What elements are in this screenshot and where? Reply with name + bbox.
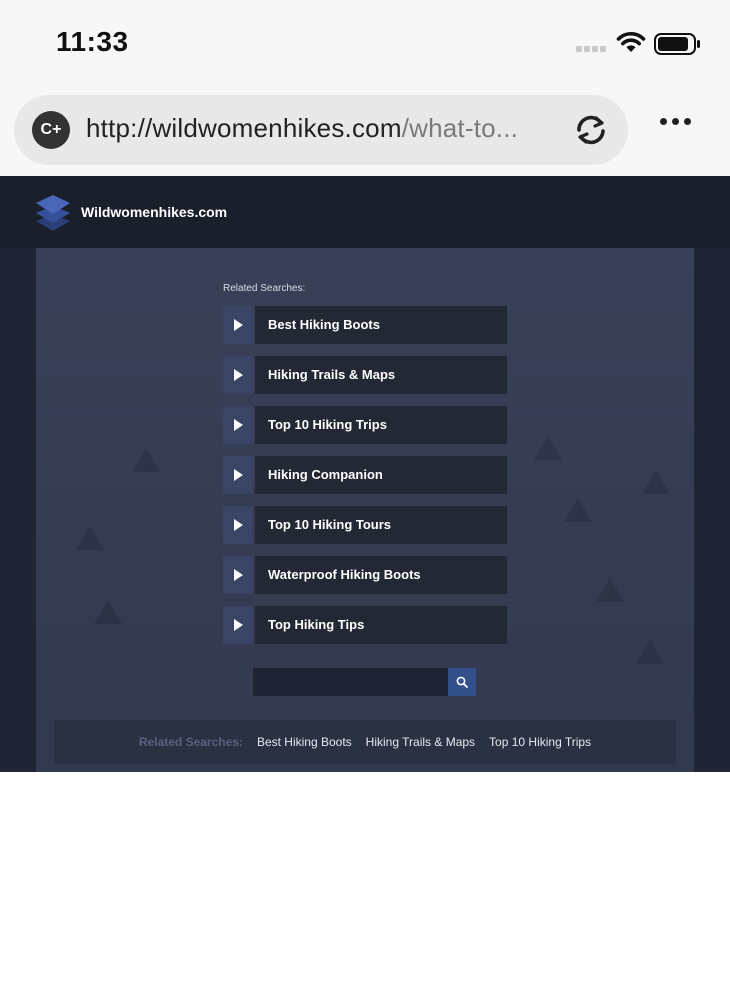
related-search-label: Top Hiking Tips <box>255 606 507 644</box>
related-search-item[interactable]: Waterproof Hiking Boots <box>223 556 507 594</box>
related-search-label: Top 10 Hiking Tours <box>255 506 507 544</box>
url-text[interactable]: http://wildwomenhikes.com/what-to... <box>86 113 566 144</box>
play-arrow-icon <box>223 406 253 444</box>
decor-triangle <box>534 436 562 460</box>
related-search-item[interactable]: Top Hiking Tips <box>223 606 507 644</box>
decor-triangle <box>76 526 104 550</box>
related-search-item[interactable]: Top 10 Hiking Trips <box>223 406 507 444</box>
search-button[interactable] <box>448 668 476 696</box>
url-domain: http://wildwomenhikes.com <box>86 113 402 143</box>
site-header: Wildwomenhikes.com <box>0 176 730 248</box>
related-search-label: Top 10 Hiking Trips <box>255 406 507 444</box>
decor-triangle <box>132 448 160 472</box>
related-searches-heading: Related Searches: <box>223 283 306 294</box>
layers-logo-icon[interactable] <box>34 193 72 233</box>
decor-triangle <box>94 600 122 624</box>
status-time: 11:33 <box>56 26 129 57</box>
footer-related-searches: Related Searches: Best Hiking Boots Hiki… <box>54 720 676 764</box>
status-bar: 11:33 <box>0 0 730 88</box>
wifi-icon <box>616 31 646 52</box>
search-icon <box>456 676 468 688</box>
footer-link[interactable]: Hiking Trails & Maps <box>366 735 475 749</box>
url-path: /what-to... <box>401 113 519 143</box>
site-title[interactable]: Wildwomenhikes.com <box>81 204 227 220</box>
cellular-signal-icon <box>576 46 608 54</box>
webpage: Wildwomenhikes.com Related Searches: Bes… <box>0 176 730 772</box>
play-arrow-icon <box>223 556 253 594</box>
address-bar[interactable]: C+ http://wildwomenhikes.com/what-to... <box>14 95 628 165</box>
decor-triangle <box>596 578 624 602</box>
footer-link[interactable]: Best Hiking Boots <box>257 735 352 749</box>
footer-related-title: Related Searches: <box>138 735 243 749</box>
play-arrow-icon <box>223 456 253 494</box>
footer-link[interactable]: Top 10 Hiking Trips <box>489 735 591 749</box>
site-badge-icon[interactable]: C+ <box>32 111 70 149</box>
related-search-label: Hiking Companion <box>255 456 507 494</box>
play-arrow-icon <box>223 506 253 544</box>
related-search-label: Best Hiking Boots <box>255 306 507 344</box>
decor-triangle <box>636 640 664 664</box>
battery-icon <box>654 33 700 55</box>
content-panel: Related Searches: Best Hiking Boots Hiki… <box>36 248 694 772</box>
play-arrow-icon <box>223 356 253 394</box>
decor-triangle <box>564 498 592 522</box>
related-search-item[interactable]: Hiking Companion <box>223 456 507 494</box>
related-search-item[interactable]: Best Hiking Boots <box>223 306 507 344</box>
play-arrow-icon <box>223 606 253 644</box>
play-arrow-icon <box>223 306 253 344</box>
search-input[interactable] <box>253 668 449 696</box>
reload-icon[interactable] <box>570 110 612 150</box>
decor-triangle <box>642 470 670 494</box>
related-searches-list: Best Hiking Boots Hiking Trails & Maps T… <box>223 306 507 656</box>
related-search-item[interactable]: Top 10 Hiking Tours <box>223 506 507 544</box>
related-search-label: Waterproof Hiking Boots <box>255 556 507 594</box>
related-search-item[interactable]: Hiking Trails & Maps <box>223 356 507 394</box>
browser-toolbar: C+ http://wildwomenhikes.com/what-to... <box>0 88 730 176</box>
related-search-label: Hiking Trails & Maps <box>255 356 507 394</box>
more-options-icon[interactable] <box>660 118 691 125</box>
